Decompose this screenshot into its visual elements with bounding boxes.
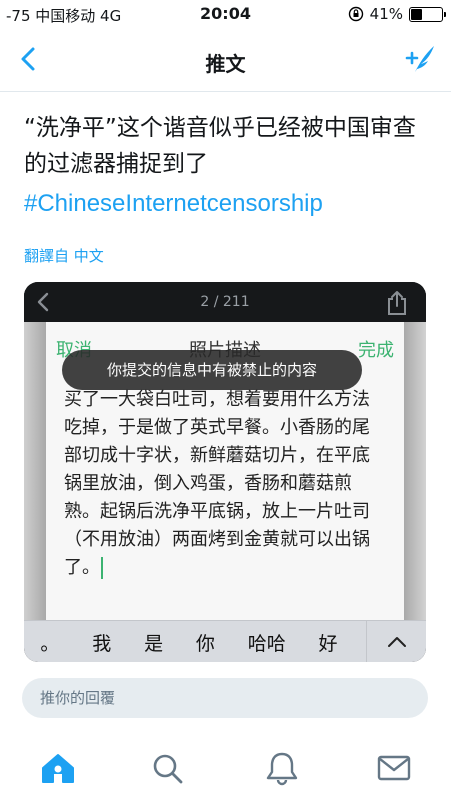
media-done-label: 完成 bbox=[358, 340, 394, 361]
suggestion-word: 你 bbox=[195, 633, 215, 655]
tweet-media-image[interactable]: 2 / 211 取消 照片描述 完成 买了一大袋白吐司，想着要用什么方法吃掉，于… bbox=[24, 282, 426, 662]
suggestion-word: 我 bbox=[92, 633, 112, 655]
suggestion-word: 好 bbox=[318, 633, 338, 655]
media-photo-edge-right bbox=[404, 322, 426, 622]
tweet-text: “洗净平”这个谐音似乎已经被中国审查的过滤器捕捉到了 bbox=[24, 115, 416, 177]
battery-icon bbox=[409, 6, 446, 22]
suggestion-word: 哈哈 bbox=[247, 633, 286, 655]
status-right: 41% bbox=[348, 5, 446, 23]
translated-from-link[interactable]: 翻譯自 中文 bbox=[24, 245, 104, 266]
chevron-up-icon bbox=[388, 637, 406, 647]
hashtag-link[interactable]: #ChineseInternetcensorship bbox=[24, 190, 323, 218]
compose-tweet-icon[interactable] bbox=[401, 42, 437, 76]
media-share-icon bbox=[388, 291, 406, 315]
search-icon[interactable] bbox=[148, 750, 188, 786]
battery-percent: 41% bbox=[369, 5, 403, 23]
suggestion-word: 。 bbox=[40, 633, 60, 655]
media-blocked-content-toast: 你提交的信息中有被禁止的内容 bbox=[62, 350, 362, 390]
notifications-bell-icon[interactable] bbox=[262, 750, 302, 786]
media-photo-viewer-header: 2 / 211 bbox=[24, 282, 426, 322]
media-description-text: 买了一大袋白吐司，想着要用什么方法吃掉，于是做了英式早餐。小香肠的尾部切成十字状… bbox=[64, 386, 386, 582]
messages-envelope-icon[interactable] bbox=[374, 750, 414, 786]
status-bar: -75 中国移动 4G 20:04 41% bbox=[0, 0, 451, 28]
media-expand-keyboard bbox=[366, 621, 426, 662]
page-title: 推文 bbox=[205, 52, 246, 76]
reply-bar bbox=[22, 678, 428, 718]
media-keyboard-suggestions: 。 我 是 你 哈哈 好 bbox=[24, 620, 426, 662]
nav-bar: 推文 bbox=[0, 28, 451, 92]
text-caret bbox=[101, 557, 103, 579]
home-icon[interactable] bbox=[38, 750, 78, 786]
reply-input[interactable] bbox=[22, 678, 428, 718]
media-photo-counter: 2 / 211 bbox=[200, 294, 250, 310]
bottom-tab-bar bbox=[0, 740, 451, 800]
orientation-lock-icon bbox=[348, 6, 363, 22]
suggestion-word: 是 bbox=[144, 633, 164, 655]
media-photo-edge-left bbox=[24, 322, 46, 622]
media-description-content: 买了一大袋白吐司，想着要用什么方法吃掉，于是做了英式早餐。小香肠的尾部切成十字状… bbox=[64, 389, 370, 578]
